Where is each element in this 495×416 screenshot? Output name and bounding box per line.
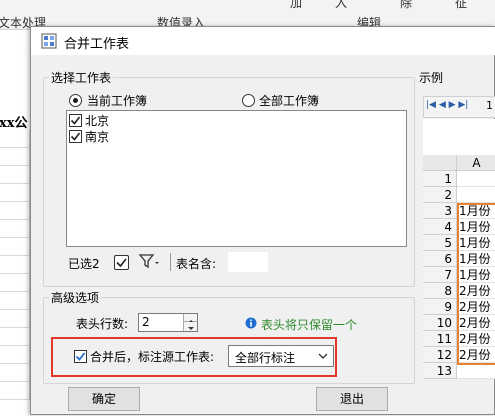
- background-sheet-strip: xx公: [0, 30, 30, 415]
- row-header: 12: [423, 347, 457, 363]
- row-header: 7: [423, 267, 457, 283]
- sheet-name-filter-input[interactable]: [228, 252, 268, 272]
- all-workbooks-radio[interactable]: [242, 94, 255, 107]
- sheet-name-filter-label: 表名含:: [176, 257, 217, 271]
- header-rows-spinner[interactable]: 2: [138, 313, 198, 332]
- advanced-options-legend: 高级选项: [49, 289, 102, 306]
- checkmark-icon: [75, 352, 86, 361]
- sheet-list-toolbar: 已选2 表名含:: [66, 249, 407, 275]
- row-header: 11: [423, 331, 457, 347]
- spinner-down-button[interactable]: [183, 322, 197, 331]
- row-header: 10: [423, 315, 457, 331]
- mark-source-select[interactable]: 全部行标注: [228, 345, 334, 367]
- column-header-a: A: [457, 155, 495, 171]
- sheet-checkbox-beijing[interactable]: [69, 114, 82, 127]
- arrow-down-icon: [188, 327, 194, 330]
- header-hint: 表头将只保留一个: [261, 318, 358, 332]
- row-header: 6: [423, 251, 457, 267]
- example-legend: 示例: [419, 71, 444, 85]
- example-sheet-tabs: |◀ ◀ ▶ ▶| 1: [423, 96, 495, 118]
- header-rows-label: 表头行数:: [76, 317, 129, 331]
- mark-source-selected-value[interactable]: 全部行标注: [235, 349, 295, 366]
- all-workbooks-label[interactable]: 全部工作簿: [259, 92, 319, 109]
- current-workbook-label[interactable]: 当前工作簿: [87, 92, 147, 109]
- ok-button[interactable]: 确定: [68, 387, 140, 411]
- filter-icon: [138, 254, 159, 269]
- example-spacer: [423, 119, 495, 155]
- sheet-name-beijing[interactable]: 北京: [85, 112, 109, 129]
- row-header: 1: [423, 171, 457, 187]
- toolbar-divider: [170, 253, 171, 271]
- row-header: 2: [423, 187, 457, 203]
- app-icon: [41, 33, 57, 49]
- info-icon: [245, 317, 257, 329]
- example-cell: [457, 363, 495, 379]
- checkmark-icon: [70, 132, 81, 141]
- example-cell: [457, 187, 495, 203]
- sheet-nav-arrows: |◀ ◀ ▶ ▶|: [426, 100, 469, 110]
- row-header: 5: [423, 235, 457, 251]
- header-rows-value[interactable]: 2: [142, 315, 150, 329]
- sheet-checkbox-nanjing[interactable]: [69, 130, 82, 143]
- row-header: 13: [423, 363, 457, 379]
- sheet-name-nanjing[interactable]: 南京: [85, 128, 109, 145]
- select-sheets-legend: 选择工作表: [49, 69, 114, 86]
- dialog-title: 合并工作表: [64, 37, 130, 52]
- background-cell-text: xx公: [0, 116, 28, 131]
- corner-cell: [423, 155, 457, 171]
- dialog-title-bar[interactable]: 合并工作表: [31, 27, 495, 55]
- example-preview: |◀ ◀ ▶ ▶| 1 A 1 2 3 1月份 4 1月份 5 1月份 6 1月份 7 1月份 8 2月份…: [423, 91, 495, 416]
- example-tab: 1: [486, 99, 493, 112]
- row-header: 8: [423, 283, 457, 299]
- ribbon-fragment: 除: [400, 0, 413, 10]
- spinner-up-button[interactable]: [183, 314, 197, 323]
- checkmark-icon: [70, 116, 81, 125]
- selected-count: 已选2: [68, 257, 100, 271]
- filter-button[interactable]: [138, 252, 168, 272]
- ribbon-fragment: 征: [455, 0, 468, 10]
- sheet-list[interactable]: 北京 南京: [66, 110, 407, 247]
- ribbon-fragment: 加: [290, 0, 303, 10]
- checkmark-icon: [116, 258, 127, 268]
- mark-source-label[interactable]: 合并后，标注源工作表:: [90, 348, 214, 365]
- row-header: 4: [423, 219, 457, 235]
- merge-sheets-dialog: 合并工作表 选择工作表 当前工作簿 全部工作簿 北京 南京 已选2 表名含: 高…: [30, 26, 495, 415]
- chevron-down-icon: [318, 353, 328, 359]
- example-cell: [457, 171, 495, 187]
- row-header: 9: [423, 299, 457, 315]
- row-header: 3: [423, 203, 457, 219]
- exit-button[interactable]: 退出: [316, 387, 388, 411]
- mark-source-checkbox[interactable]: [74, 350, 87, 363]
- example-highlight: [457, 203, 495, 365]
- ribbon-fragment: 入: [335, 0, 348, 10]
- current-workbook-radio[interactable]: [69, 94, 82, 107]
- select-all-checkbox[interactable]: [114, 255, 129, 270]
